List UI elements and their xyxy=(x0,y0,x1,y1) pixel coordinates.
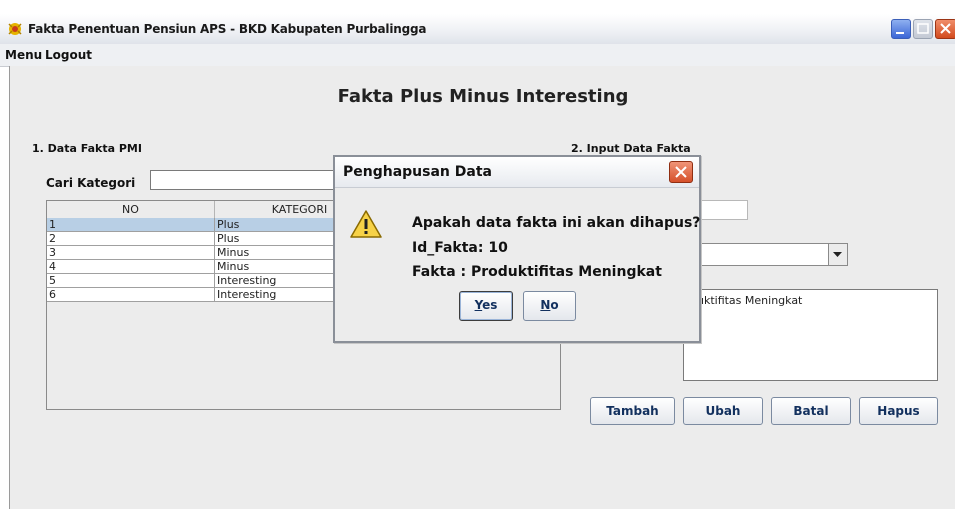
no-button-mnemonic: N xyxy=(540,298,551,312)
search-label: Cari Kategori xyxy=(46,176,136,190)
maximize-button[interactable] xyxy=(913,19,933,39)
no-button[interactable]: No xyxy=(523,291,576,321)
hapus-button[interactable]: Hapus xyxy=(859,397,938,425)
kategori-select[interactable]: us xyxy=(683,243,848,266)
column-header-no[interactable]: NO xyxy=(47,201,215,218)
dialog-close-button[interactable] xyxy=(669,161,693,183)
dialog-id-fakta: Id_Fakta: 10 xyxy=(412,240,508,256)
menu-item-menu[interactable]: Menu xyxy=(5,48,42,62)
window-title: Fakta Penentuan Pensiun APS - BKD Kabupa… xyxy=(28,22,427,36)
page-title: Fakta Plus Minus Interesting xyxy=(337,86,629,107)
table-cell-no: 3 xyxy=(47,246,215,259)
table-cell-no: 1 xyxy=(47,218,215,231)
title-bar[interactable]: Fakta Penentuan Pensiun APS - BKD Kabupa… xyxy=(0,14,955,45)
section-data-fakta-label: 1. Data Fakta PMI xyxy=(32,142,142,155)
table-cell-no: 6 xyxy=(47,288,215,301)
minimize-icon xyxy=(896,32,904,34)
search-input[interactable] xyxy=(150,170,350,190)
batal-button[interactable]: Batal xyxy=(771,397,851,425)
close-icon xyxy=(940,23,951,34)
yes-button-label: es xyxy=(482,298,498,312)
close-window-button[interactable] xyxy=(935,19,955,39)
maximize-icon xyxy=(917,23,929,34)
dialog-title-bar[interactable]: Penghapusan Data xyxy=(335,157,699,188)
table-cell-no: 2 xyxy=(47,232,215,245)
close-icon xyxy=(675,166,687,178)
table-cell-no: 5 xyxy=(47,274,215,287)
tambah-button[interactable]: Tambah xyxy=(590,397,675,425)
dialog-message: Apakah data fakta ini akan dihapus? xyxy=(412,215,701,231)
warning-icon xyxy=(350,210,382,238)
fakta-textarea-value: duktifitas Meningkat xyxy=(690,294,803,307)
kategori-dropdown-button[interactable] xyxy=(828,244,847,265)
dialog-fakta: Fakta : Produktifitas Meningkat xyxy=(412,264,662,280)
section-input-fakta-label: 2. Input Data Fakta xyxy=(571,142,691,155)
no-button-label: o xyxy=(550,298,559,312)
dialog-title: Penghapusan Data xyxy=(343,164,492,180)
yes-button[interactable]: Yes xyxy=(459,291,513,321)
confirm-delete-dialog: Penghapusan Data Apakah data fakta ini a… xyxy=(333,155,701,343)
table-cell-no: 4 xyxy=(47,260,215,273)
fakta-textarea[interactable]: duktifitas Meningkat xyxy=(683,289,938,381)
app-logo-icon xyxy=(8,23,22,35)
minimize-button[interactable] xyxy=(891,19,911,39)
ubah-button[interactable]: Ubah xyxy=(683,397,763,425)
chevron-down-icon xyxy=(833,252,842,257)
menu-item-logout[interactable]: Logout xyxy=(45,48,92,62)
app-window: Fakta Penentuan Pensiun APS - BKD Kabupa… xyxy=(0,0,955,509)
menu-bar: Menu Logout xyxy=(0,44,955,67)
